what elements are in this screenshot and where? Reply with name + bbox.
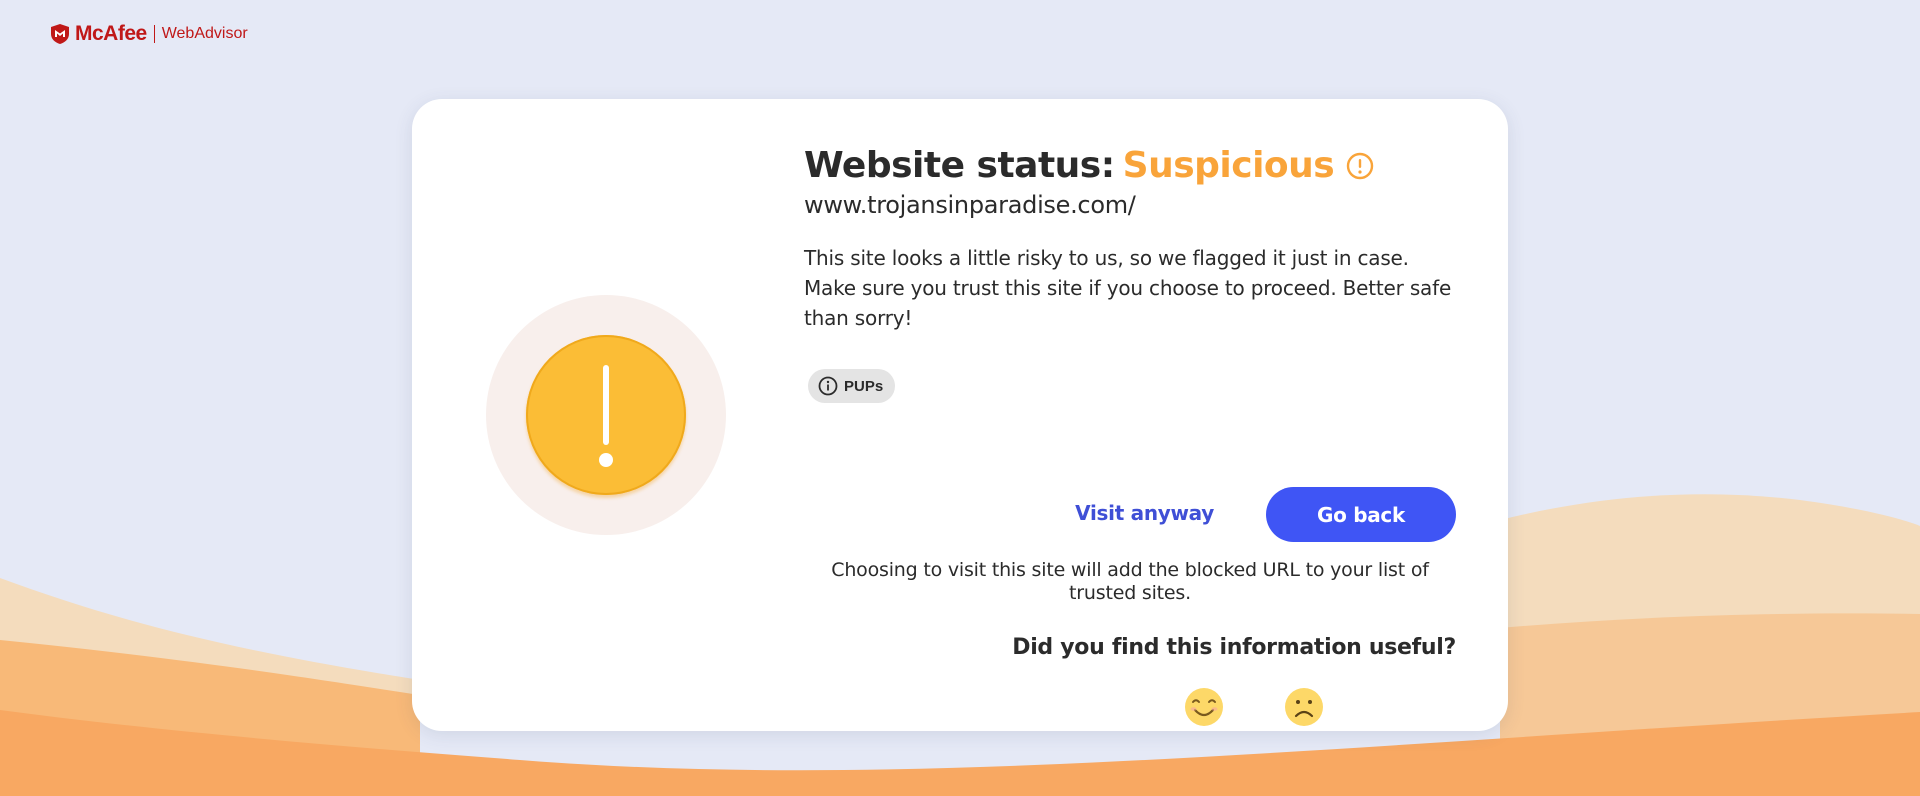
action-row: Visit anyway Go back	[804, 487, 1456, 543]
brand-divider	[153, 25, 155, 43]
hero-illustration	[486, 295, 726, 535]
sad-face-icon[interactable]	[1284, 687, 1324, 727]
happy-face-icon[interactable]	[1184, 687, 1224, 727]
alert-circle-icon	[1347, 152, 1374, 180]
category-chip-label: PUPs	[844, 377, 884, 395]
go-back-button[interactable]: Go back	[1266, 487, 1456, 542]
product-name: WebAdvisor	[161, 25, 248, 42]
status-label: Website status:	[804, 145, 1115, 186]
feedback-question: Did you find this information useful?	[1012, 635, 1456, 660]
site-url: www.trojansinparadise.com/	[804, 191, 1136, 219]
info-icon	[818, 376, 838, 396]
status-value: Suspicious	[1122, 145, 1335, 186]
warning-card: Website status: Suspicious www.trojansin…	[412, 99, 1508, 731]
category-chip: PUPs	[808, 369, 896, 403]
mcafee-shield-icon	[51, 24, 69, 44]
card-content: Website status: Suspicious www.trojansin…	[804, 143, 1456, 726]
warning-exclamation-icon	[526, 335, 686, 495]
page-title: Website status: Suspicious	[804, 143, 1456, 189]
description-text: This site looks a little risky to us, so…	[804, 246, 1452, 330]
mcafee-webadvisor-logo: McAfee WebAdvisor	[50, 22, 248, 46]
visit-anyway-link[interactable]: Visit anyway	[1075, 501, 1214, 525]
brand-name: McAfee	[75, 22, 147, 45]
trusted-sites-note: Choosing to visit this site will add the…	[831, 559, 1429, 604]
